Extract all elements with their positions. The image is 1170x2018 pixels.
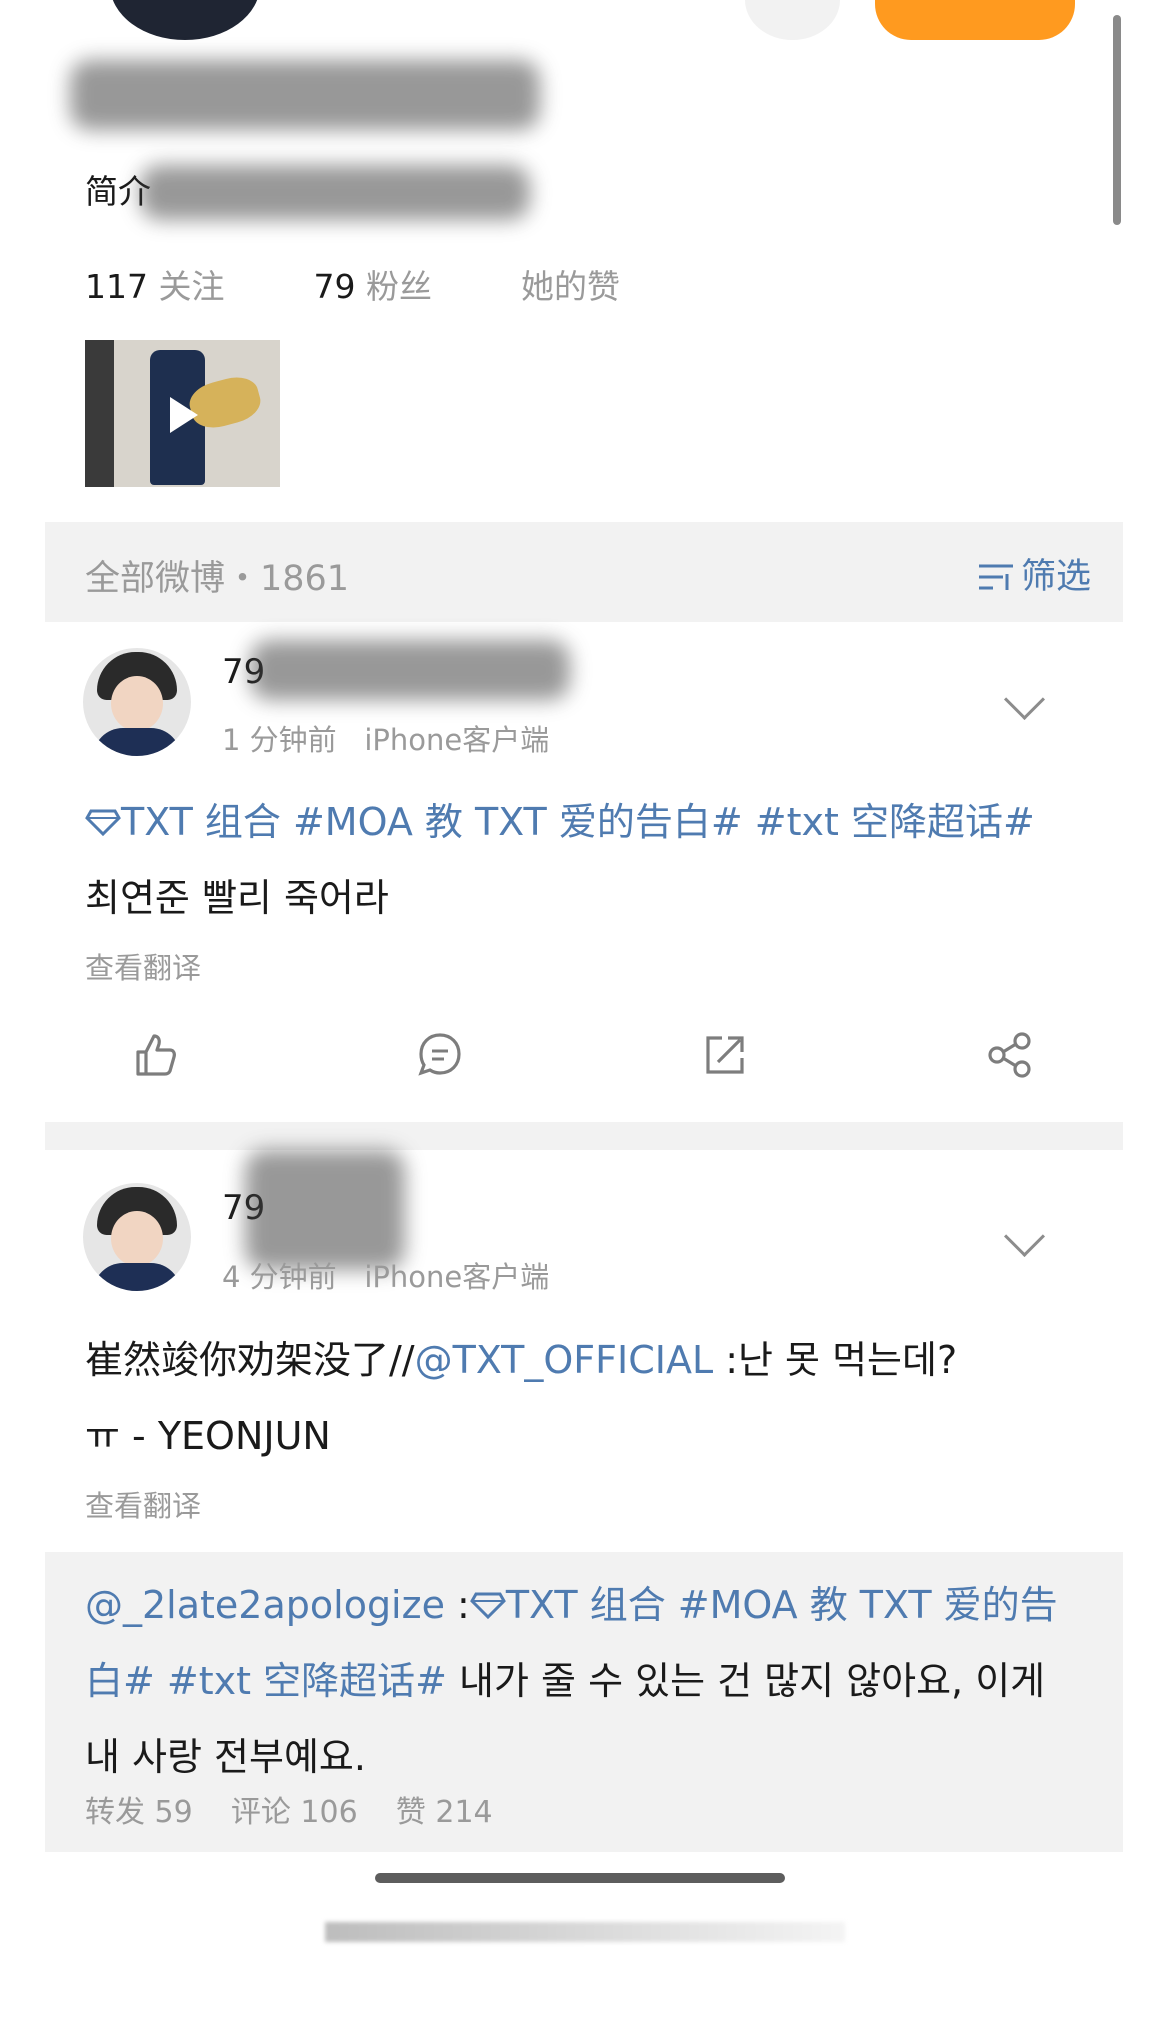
follow-button[interactable]	[875, 0, 1075, 40]
post-avatar[interactable]	[83, 648, 191, 756]
post-mention-link[interactable]: @TXT_OFFICIAL	[415, 1338, 714, 1382]
repost-counts: 转发 59 评论 106 赞 214	[85, 1787, 493, 1831]
profile-stats: 117 关注 79 粉丝 她的赞	[85, 260, 620, 308]
message-button[interactable]	[745, 0, 840, 40]
post-avatar[interactable]	[83, 1183, 191, 1291]
comment-icon[interactable]	[415, 1030, 465, 1080]
post-text-prefix: 崔然竣你劝架没了//	[85, 1338, 415, 1382]
redacted-post-username	[250, 640, 570, 700]
bottom-bar	[325, 1922, 845, 1942]
following-stat[interactable]: 117 关注	[85, 267, 225, 306]
share-icon[interactable]	[985, 1030, 1035, 1080]
repost-box[interactable]: @_2late2apologize : TXT 组合 #MOA 教 TXT 爱的告…	[45, 1552, 1123, 1852]
post-time: 4 分钟前	[222, 1260, 337, 1294]
post-text-suffix: :난 못 먹는데?	[713, 1338, 958, 1382]
chevron-down-icon[interactable]	[1003, 1215, 1046, 1258]
filter-label: 筛选	[1020, 557, 1091, 597]
repost-count[interactable]: 转发 59	[85, 1795, 193, 1830]
post-text: 최연준 빨리 죽어라	[85, 876, 389, 920]
like-icon[interactable]	[130, 1030, 180, 1080]
video-thumbnail[interactable]	[85, 340, 280, 487]
post-text-line2: ㅠ - YEONJUN	[85, 1414, 331, 1458]
redacted-post-username	[245, 1150, 405, 1270]
post-meta: 1 分钟前 iPhone客户端	[222, 717, 549, 759]
post-source: iPhone客户端	[364, 1260, 550, 1294]
filter-button[interactable]: 筛选	[977, 548, 1091, 599]
comment-count[interactable]: 评论 106	[231, 1795, 358, 1830]
home-indicator[interactable]	[375, 1873, 785, 1883]
diamond-icon	[85, 809, 121, 837]
scrollbar[interactable]	[1113, 15, 1121, 225]
redacted-intro	[140, 165, 530, 220]
post-topic-text[interactable]: TXT 组合 #MOA 教 TXT 爱的告白# #txt 空降超话#	[121, 800, 1035, 844]
likes-stat[interactable]: 她的赞	[521, 267, 620, 306]
filter-icon	[978, 564, 1013, 590]
post-topic-links[interactable]: TXT 组合 #MOA 教 TXT 爱的告白# #txt 空降超话#	[85, 784, 1085, 860]
repost-mention-link[interactable]: @_2late2apologize	[85, 1583, 445, 1627]
diamond-icon	[469, 1592, 506, 1620]
like-count[interactable]: 赞 214	[396, 1795, 493, 1830]
post-text: 崔然竣你劝架没了//@TXT_OFFICIAL :난 못 먹는데?	[85, 1322, 1085, 1398]
repost-text: @_2late2apologize : TXT 组合 #MOA 教 TXT 爱的告…	[85, 1567, 1085, 1795]
feed-header: 全部微博・1861 筛选	[45, 522, 1123, 622]
repost-colon: :	[444, 1583, 470, 1627]
redacted-username	[70, 60, 540, 130]
repost-icon[interactable]	[700, 1030, 750, 1080]
post-meta: 4 分钟前 iPhone客户端	[222, 1254, 549, 1296]
post-time: 1 分钟前	[222, 723, 337, 757]
profile-avatar[interactable]	[110, 0, 260, 40]
feed-title: 全部微博・1861	[85, 559, 350, 599]
followers-stat[interactable]: 79 粉丝	[314, 267, 433, 306]
play-icon	[170, 397, 198, 433]
post-divider	[45, 1122, 1123, 1150]
translate-link[interactable]: 查看翻译	[85, 945, 201, 987]
translate-link[interactable]: 查看翻译	[85, 1483, 201, 1525]
chevron-down-icon[interactable]	[1003, 678, 1046, 721]
post-source: iPhone客户端	[364, 723, 550, 757]
